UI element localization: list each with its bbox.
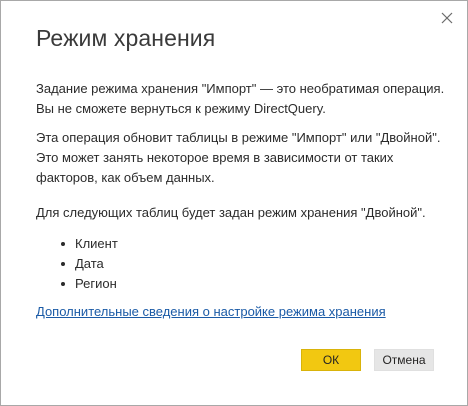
table-name: Дата <box>75 256 104 271</box>
close-button[interactable] <box>437 8 457 28</box>
dual-mode-tables-text: Для следующих таблиц будет задан режим х… <box>36 205 426 220</box>
close-icon <box>441 12 453 24</box>
irreversible-warning-text: Задание режима хранения "Импорт" — это н… <box>36 81 445 116</box>
table-name: Клиент <box>75 236 118 251</box>
ok-button[interactable]: ОК <box>301 349 361 371</box>
bullet-icon <box>61 282 65 286</box>
dialog-title: Режим хранения <box>36 25 216 51</box>
bullet-icon <box>61 242 65 246</box>
learn-more-link[interactable]: Дополнительные сведения о настройке режи… <box>36 304 386 319</box>
tables-list: Клиент Дата Регион <box>61 234 118 294</box>
list-item: Дата <box>61 254 118 274</box>
bullet-icon <box>61 262 65 266</box>
table-name: Регион <box>75 276 117 291</box>
cancel-button[interactable]: Отмена <box>374 349 434 371</box>
storage-mode-dialog: Режим хранения Задание режима хранения "… <box>0 0 468 406</box>
list-item: Регион <box>61 274 118 294</box>
list-item: Клиент <box>61 234 118 254</box>
refresh-info-text: Эта операция обновит таблицы в режиме "И… <box>36 130 441 185</box>
